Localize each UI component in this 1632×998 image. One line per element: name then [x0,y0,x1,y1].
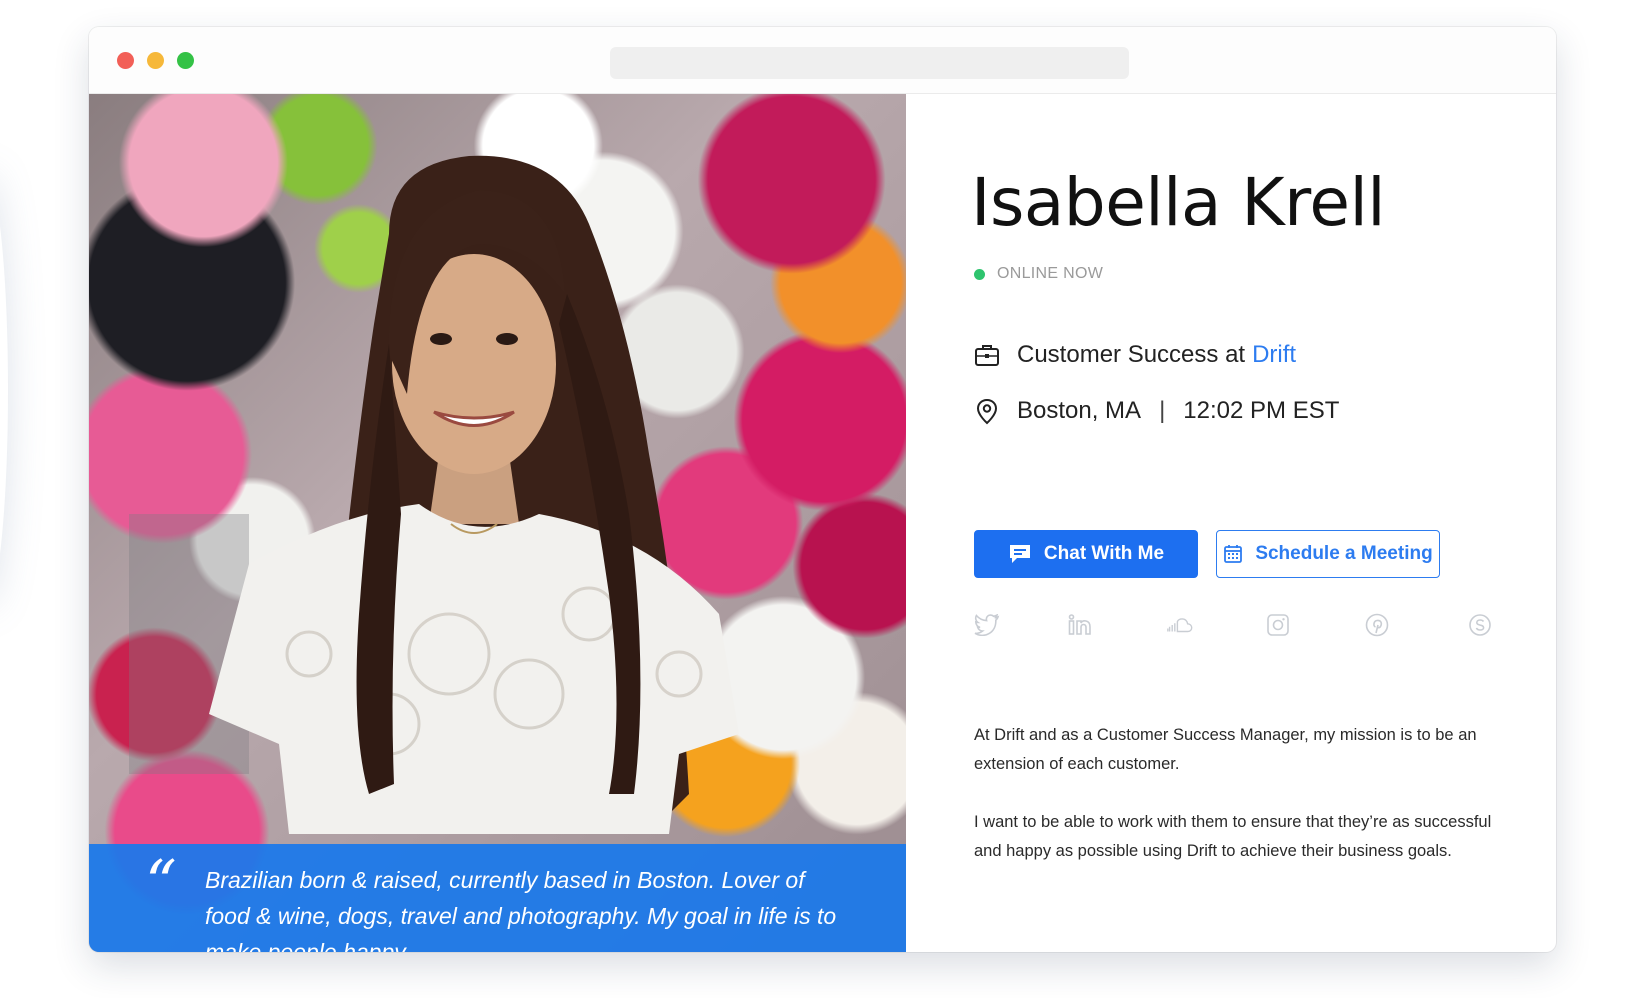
screenshot-stage: “ Brazilian born & raised, currently bas… [0,0,1632,998]
location-text: Boston, MA [1017,397,1142,424]
online-indicator-icon [974,268,985,280]
skype-icon[interactable] [1467,612,1493,638]
schedule-meeting-button[interactable]: Schedule a Meeting [1216,530,1440,578]
address-bar[interactable] [610,47,1129,79]
local-time: 12:02 PM EST [1183,397,1340,424]
personal-quote: Brazilian born & raised, currently based… [205,867,837,952]
instagram-icon[interactable] [1265,612,1291,638]
meeting-button-label: Schedule a Meeting [1255,543,1433,564]
background-glow [0,170,8,610]
quote-banner: “ Brazilian born & raised, currently bas… [89,844,906,952]
window-titlebar [89,27,1556,94]
quote-mark: “ [145,846,177,919]
close-window-button[interactable] [117,52,134,69]
social-links [974,612,1504,642]
pinterest-icon[interactable] [1364,612,1390,638]
chat-button-label: Chat With Me [1043,543,1165,564]
chat-bubble-icon [1008,543,1032,565]
profile-info-panel: Isabella Krell ONLINE NOW Customer Succe… [906,94,1556,952]
profile-photo: “ Brazilian born & raised, currently bas… [89,94,906,952]
maximize-window-button[interactable] [177,52,194,69]
profile-name: Isabella Krell [971,164,1386,241]
online-status-label: ONLINE NOW [997,265,1104,282]
soundcloud-icon[interactable] [1167,612,1193,638]
person-illustration [129,155,739,834]
company-link[interactable]: Drift [1252,341,1296,369]
minimize-window-button[interactable] [147,52,164,69]
location-pin-icon [973,397,1001,425]
browser-window: “ Brazilian born & raised, currently bas… [89,27,1556,952]
online-status: ONLINE NOW [974,264,1103,284]
profile-bio: At Drift and as a Customer Success Manag… [974,721,1514,895]
location-row: Boston, MA | 12:02 PM EST [973,397,1339,425]
bio-paragraph: At Drift and as a Customer Success Manag… [974,726,1477,773]
twitter-icon[interactable] [974,612,1000,638]
briefcase-icon [973,341,1001,369]
job-title-row: Customer Success at Drift [973,341,1296,369]
linkedin-icon[interactable] [1067,612,1093,638]
calendar-icon [1223,544,1243,564]
job-title: Customer Success at [1017,341,1246,368]
chat-with-me-button[interactable]: Chat With Me [974,530,1198,578]
bio-paragraph: I want to be able to work with them to e… [974,813,1492,860]
location-separator: | [1159,397,1166,424]
